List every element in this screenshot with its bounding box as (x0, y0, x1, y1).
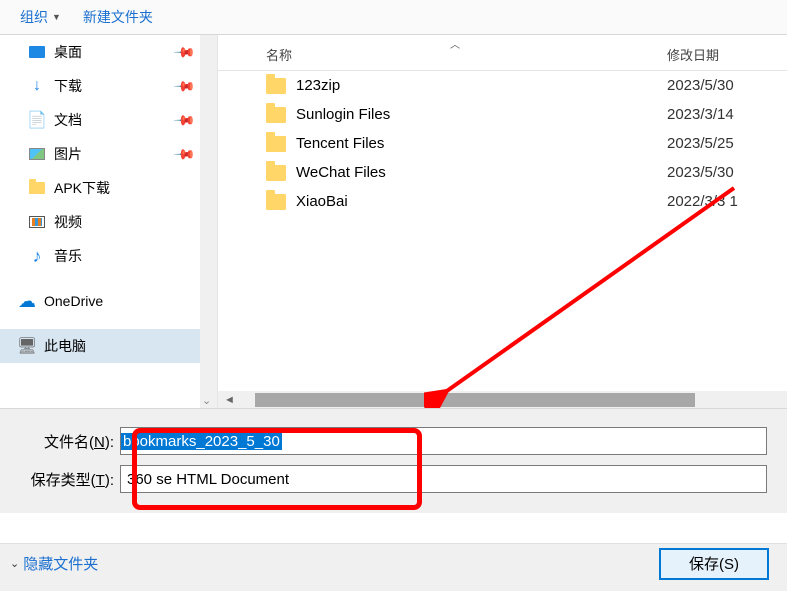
pin-icon: 📌 (172, 142, 196, 166)
filetype-label: 保存类型(T): (20, 469, 120, 490)
desktop-icon (28, 43, 46, 61)
sidebar-label: 图片 (54, 144, 82, 164)
folder-icon (266, 194, 286, 210)
folder-icon (266, 107, 286, 123)
folder-icon (266, 136, 286, 152)
filetype-value: 360 se HTML Document (127, 471, 289, 488)
filename-label: 文件名(N): (20, 431, 120, 452)
scrollbar-thumb[interactable] (255, 393, 695, 407)
sidebar-item-music[interactable]: ♪ 音乐 (0, 239, 217, 273)
sidebar-item-pictures[interactable]: 图片 📌 (0, 137, 217, 171)
sidebar-item-this-pc[interactable]: 🖥 此电脑 (0, 329, 217, 363)
sidebar-label: 音乐 (54, 246, 82, 266)
filename-value: bookmarks_2023_5_30 (121, 433, 282, 450)
file-row[interactable]: XiaoBai 2022/3/3 1 (218, 187, 787, 216)
file-date: 2022/3/3 1 (667, 193, 787, 210)
filetype-dropdown[interactable]: 360 se HTML Document (120, 465, 767, 493)
pin-icon: 📌 (172, 40, 196, 64)
filetype-row: 保存类型(T): 360 se HTML Document (20, 465, 767, 493)
pc-icon: 🖥 (18, 337, 36, 355)
save-label: 保存(S) (689, 556, 739, 573)
sidebar-label: 此电脑 (44, 336, 86, 356)
sidebar-item-downloads[interactable]: ↓ 下载 📌 (0, 69, 217, 103)
hide-folders-toggle[interactable]: ⌄ 隐藏文件夹 (10, 553, 98, 574)
pictures-icon (28, 145, 46, 163)
folder-icon (266, 78, 286, 94)
main-area: 桌面 📌 ↓ 下载 📌 📄 文档 📌 图片 📌 APK下载 视频 ♪ 音 (0, 35, 787, 409)
filename-row: 文件名(N): bookmarks_2023_5_30 (20, 427, 767, 455)
document-icon: 📄 (28, 111, 46, 129)
pin-icon: 📌 (172, 74, 196, 98)
splitter-handle-icon[interactable]: ⌄ (202, 394, 211, 407)
download-icon: ↓ (28, 77, 46, 95)
new-folder-button[interactable]: 新建文件夹 (75, 3, 161, 31)
sidebar-item-videos[interactable]: 视频 (0, 205, 217, 239)
pin-icon: 📌 (172, 108, 196, 132)
file-list: 123zip 2023/5/30 Sunlogin Files 2023/3/1… (218, 71, 787, 391)
content-pane: 名称 修改日期 ︿ 123zip 2023/5/30 Sunlogin File… (218, 35, 787, 408)
column-headers: 名称 修改日期 (218, 35, 787, 71)
file-name: WeChat Files (296, 164, 667, 181)
sidebar-item-onedrive[interactable]: ☁ OneDrive (0, 285, 217, 317)
file-name: Sunlogin Files (296, 106, 667, 123)
file-date: 2023/5/25 (667, 135, 787, 152)
file-row[interactable]: 123zip 2023/5/30 (218, 71, 787, 100)
folder-icon (266, 165, 286, 181)
sidebar-label: 文档 (54, 110, 82, 130)
chevron-down-icon: ▼ (52, 12, 61, 22)
scroll-left-icon[interactable]: ◄ (224, 394, 235, 406)
sidebar: 桌面 📌 ↓ 下载 📌 📄 文档 📌 图片 📌 APK下载 视频 ♪ 音 (0, 35, 218, 408)
music-icon: ♪ (28, 247, 46, 265)
new-folder-label: 新建文件夹 (83, 7, 153, 27)
file-name: XiaoBai (296, 193, 667, 210)
sidebar-label: OneDrive (44, 293, 103, 309)
file-row[interactable]: Sunlogin Files 2023/3/14 (218, 100, 787, 129)
save-form: 文件名(N): bookmarks_2023_5_30 保存类型(T): 360… (0, 409, 787, 513)
hide-folders-label: 隐藏文件夹 (23, 553, 98, 574)
sidebar-item-documents[interactable]: 📄 文档 📌 (0, 103, 217, 137)
file-name: Tencent Files (296, 135, 667, 152)
sidebar-label: APK下载 (54, 178, 110, 198)
filename-input[interactable]: bookmarks_2023_5_30 (120, 427, 767, 455)
sidebar-label: 视频 (54, 212, 82, 232)
horizontal-scrollbar[interactable]: ◄ (218, 391, 787, 408)
sidebar-item-desktop[interactable]: 桌面 📌 (0, 35, 217, 69)
sidebar-label: 下载 (54, 76, 82, 96)
sort-indicator-icon: ︿ (450, 36, 460, 51)
toolbar: 组织 ▼ 新建文件夹 (0, 0, 787, 35)
column-modified[interactable]: 修改日期 (667, 45, 787, 64)
chevron-down-icon: ⌄ (10, 557, 19, 570)
sidebar-label: 桌面 (54, 42, 82, 62)
organize-dropdown[interactable]: 组织 ▼ (12, 3, 69, 31)
folder-icon (28, 179, 46, 197)
file-date: 2023/3/14 (667, 106, 787, 123)
file-row[interactable]: Tencent Files 2023/5/25 (218, 129, 787, 158)
file-name: 123zip (296, 77, 667, 94)
onedrive-icon: ☁ (18, 292, 36, 310)
file-row[interactable]: WeChat Files 2023/5/30 (218, 158, 787, 187)
video-icon (28, 213, 46, 231)
save-button[interactable]: 保存(S) (659, 548, 769, 580)
file-date: 2023/5/30 (667, 77, 787, 94)
sidebar-item-apk[interactable]: APK下载 (0, 171, 217, 205)
footer: ⌄ 隐藏文件夹 保存(S) (0, 543, 787, 591)
file-date: 2023/5/30 (667, 164, 787, 181)
organize-label: 组织 (20, 7, 48, 27)
